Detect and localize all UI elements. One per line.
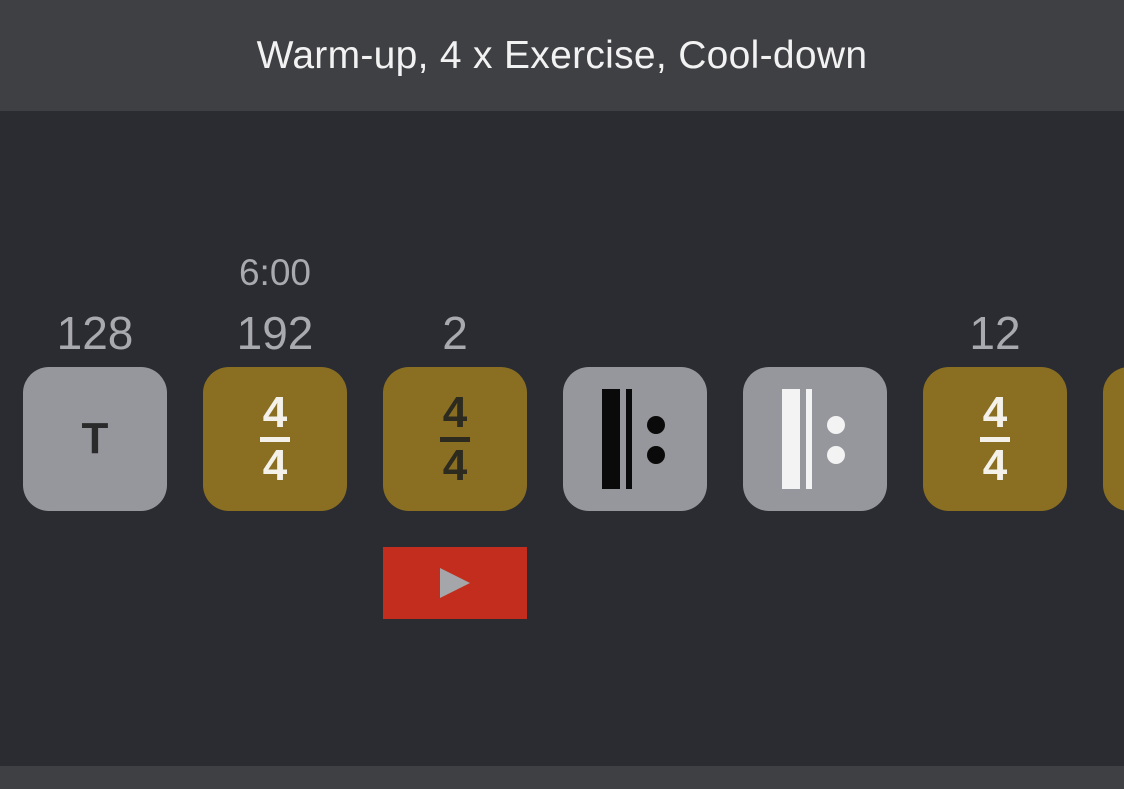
time-signature-denominator: 4 bbox=[982, 440, 1008, 490]
time-signature-tile[interactable]: 4 4 bbox=[203, 367, 347, 511]
item-time-label: 6:00 bbox=[238, 252, 311, 293]
time-signature-denominator: 4 bbox=[262, 440, 288, 490]
item-label-time-signature: 12 bbox=[969, 307, 1021, 359]
bottom-bar bbox=[0, 766, 1124, 789]
time-signature-numerator: 4 bbox=[442, 387, 468, 437]
header-bar: Warm-up, 4 x Exercise, Cool-down bbox=[0, 0, 1124, 111]
repeat-start-tile[interactable] bbox=[563, 367, 707, 511]
play-icon bbox=[440, 568, 470, 598]
repeat-start-icon bbox=[602, 389, 665, 489]
item-label-time-signature: 2 bbox=[442, 307, 468, 359]
next-tile-partial[interactable] bbox=[1103, 367, 1124, 511]
time-signature-numerator: 4 bbox=[262, 387, 288, 437]
item-label-time-signature: 192 bbox=[236, 307, 314, 359]
time-signature-denominator: 4 bbox=[442, 440, 468, 490]
play-button[interactable] bbox=[383, 547, 527, 619]
time-signature-fraction: 4 4 bbox=[260, 387, 290, 490]
tempo-symbol: T bbox=[81, 414, 109, 463]
repeat-start-icon bbox=[782, 389, 845, 489]
time-signature-fraction: 4 4 bbox=[980, 387, 1010, 490]
item-label-tempo: 128 bbox=[56, 307, 134, 359]
time-signature-fraction: 4 4 bbox=[440, 387, 470, 490]
time-signature-tile[interactable]: 4 4 bbox=[383, 367, 527, 511]
tempo-tile[interactable]: T bbox=[23, 367, 167, 511]
repeat-start-tile[interactable] bbox=[743, 367, 887, 511]
time-signature-tile[interactable]: 4 4 bbox=[923, 367, 1067, 511]
page-title: Warm-up, 4 x Exercise, Cool-down bbox=[256, 33, 868, 77]
time-signature-numerator: 4 bbox=[982, 387, 1008, 437]
